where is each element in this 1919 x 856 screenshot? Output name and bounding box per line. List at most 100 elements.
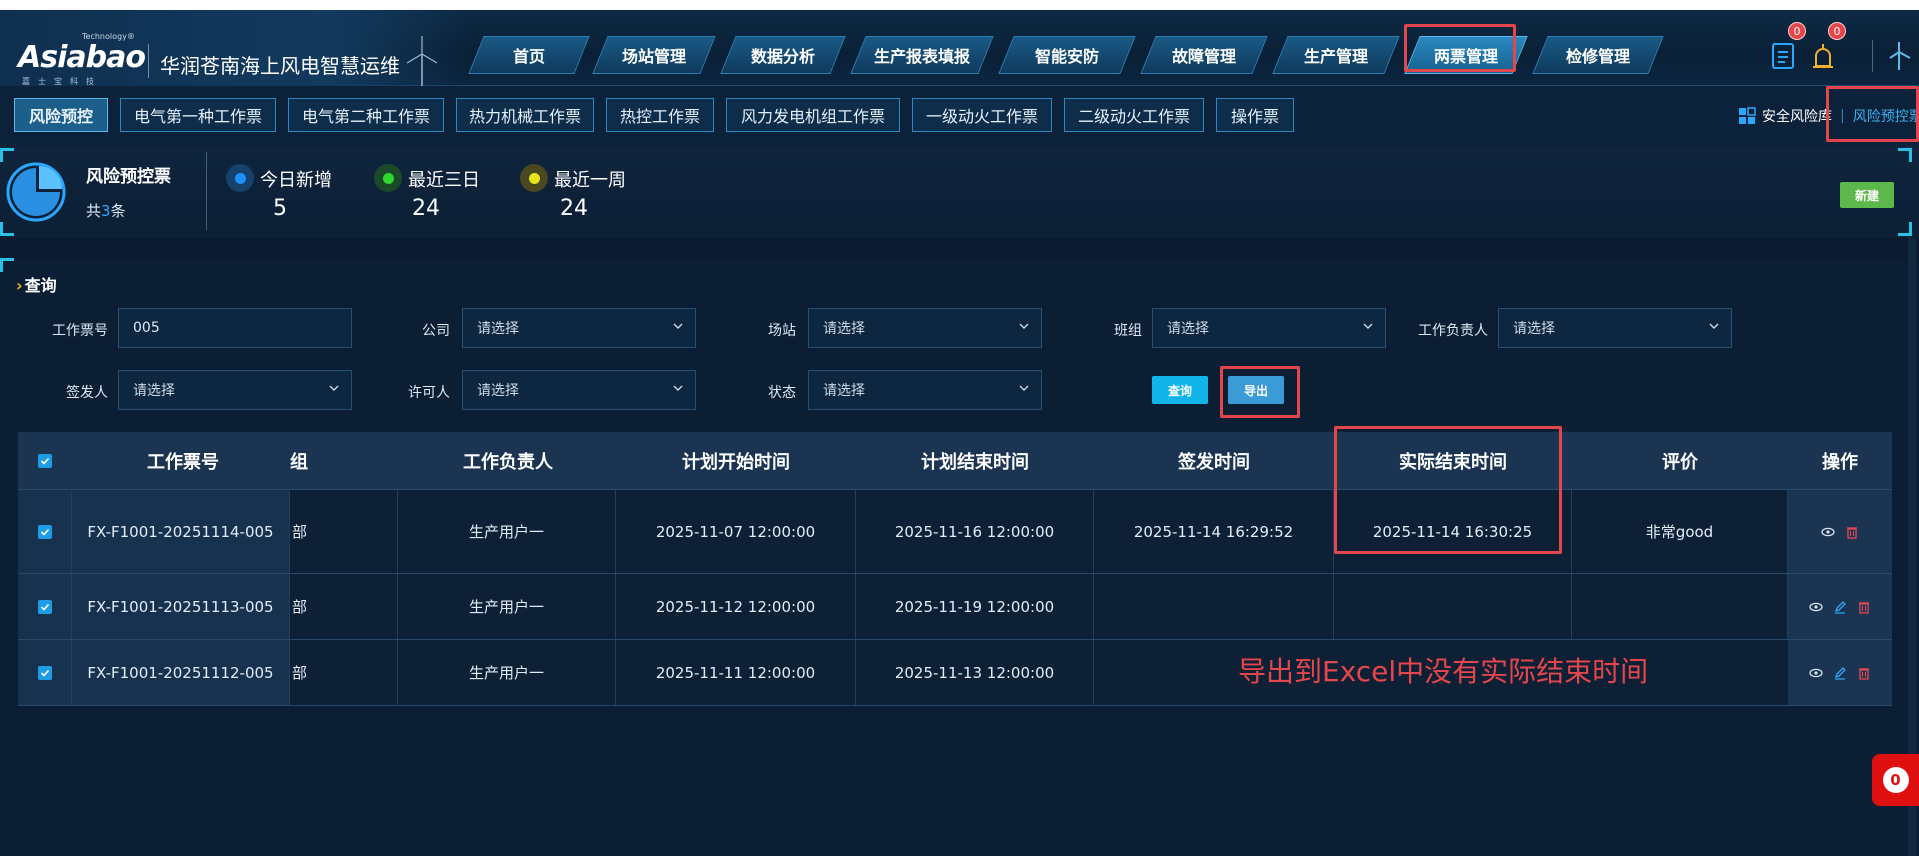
query-panel: › 查询 工作票号 005 公司 请选择 场站 请选择 班组 请选择 工作负责人 … [0,258,1919,856]
chevron-down-icon [1019,385,1029,391]
select-all-checkbox[interactable] [38,454,52,468]
label-company: 公司 [422,323,450,339]
stats-title: 风险预控票 [86,167,171,187]
stat-dot-icon [226,164,254,192]
cell-ticket-no: FX-F1001-20251112-005 [72,640,290,705]
delete-icon[interactable] [1845,525,1859,539]
table-row[interactable]: FX-F1001-20251114-005 部 生产用户一 2025-11-07… [18,490,1892,574]
subtab-hotwork-2[interactable]: 二级动火工作票 [1064,98,1204,132]
leader-select[interactable]: 请选择 [1498,308,1732,348]
cell-leader: 生产用户一 [398,574,616,639]
leader-value: 请选择 [1513,321,1555,337]
status-select[interactable]: 请选择 [808,370,1042,410]
ticket-no-input[interactable]: 005 [118,308,352,348]
cell-ticket-no: FX-F1001-20251114-005 [72,490,290,573]
subtab-elec-2[interactable]: 电气第二种工作票 [288,98,444,132]
team-select[interactable]: 请选择 [1152,308,1386,348]
delete-icon[interactable] [1857,600,1871,614]
label-permitter: 许可人 [408,385,450,401]
label-status: 状态 [768,385,796,401]
team-value: 请选择 [1167,321,1209,337]
company-value: 请选择 [477,321,519,337]
corner-bl [0,222,14,236]
floating-badge-button[interactable]: 0 [1872,754,1919,806]
edit-icon[interactable] [1833,600,1847,614]
nav-maintenance[interactable]: 检修管理 [1532,36,1664,74]
view-icon[interactable] [1809,600,1823,614]
notice-badge: 0 [1788,22,1806,40]
cell-plan-end: 2025-11-19 12:00:00 [856,574,1094,639]
delete-icon[interactable] [1857,666,1871,680]
th-actual-end: 实际结束时间 [1399,452,1507,473]
header-checkbox-cell[interactable] [18,432,72,490]
chevron-down-icon [1019,323,1029,329]
safety-risk-library-link[interactable]: 安全风险库 [1762,106,1832,126]
nav-production[interactable]: 生产管理 [1272,36,1400,74]
pie-chart-icon [6,162,66,222]
subtab-thermal-ctrl[interactable]: 热控工作票 [606,98,714,132]
row-checkbox[interactable] [37,665,52,680]
company-select[interactable]: 请选择 [462,308,696,348]
subtab-risk-control[interactable]: 风险预控 [14,98,108,132]
cell-actions [1788,640,1892,705]
permitter-value: 请选择 [477,383,519,399]
row-checkbox[interactable] [37,599,52,614]
new-button[interactable]: 新建 [1840,182,1894,208]
view-icon[interactable] [1821,525,1835,539]
nav-fault[interactable]: 故障管理 [1140,36,1268,74]
chevron-down-icon [1709,323,1719,329]
cell-plan-start: 2025-11-12 12:00:00 [616,574,856,639]
stats-total: 共3条 [86,200,126,221]
subtab-thermal-mech[interactable]: 热力机械工作票 [456,98,594,132]
cell-team: 部 [290,574,398,639]
corner-tl [0,148,14,162]
nav-station[interactable]: 场站管理 [592,36,716,74]
row-checkbox-cell[interactable] [18,574,72,639]
station-select[interactable]: 请选择 [808,308,1042,348]
total-num: 3 [101,202,111,220]
chevron-down-icon [673,323,683,329]
nav-home[interactable]: 首页 [468,36,590,74]
th-plan-end: 计划结束时间 [921,452,1029,473]
row-checkbox-cell[interactable] [18,640,72,705]
cell-rating: 非常good [1572,490,1788,573]
risk-control-ticket-link[interactable]: 风险预控票 [1853,106,1919,126]
status-value: 请选择 [823,383,865,399]
cell-issue-time [1094,574,1334,639]
total-suffix: 条 [110,202,126,220]
permitter-select[interactable]: 请选择 [462,370,696,410]
nav-report[interactable]: 生产报表填报 [850,36,994,74]
stat-label: 最近三日 [408,170,480,191]
export-button[interactable]: 导出 [1228,376,1284,404]
nav-two-tickets[interactable]: 两票管理 [1404,36,1528,74]
issuer-select[interactable]: 请选择 [118,370,352,410]
view-icon[interactable] [1809,666,1823,680]
stat-value: 24 [560,196,588,221]
subtab-wind-turbine[interactable]: 风力发电机组工作票 [726,98,900,132]
table-row[interactable]: FX-F1001-20251113-005 部 生产用户一 2025-11-12… [18,574,1892,640]
cell-ticket-no: FX-F1001-20251113-005 [72,574,290,639]
th-leader: 工作负责人 [463,452,553,473]
clipboard-icon[interactable] [1770,40,1796,70]
label-issuer: 签发人 [66,385,108,401]
nav-analysis[interactable]: 数据分析 [720,36,846,74]
edit-icon[interactable] [1833,666,1847,680]
chevron-down-icon [329,385,339,391]
cell-plan-end: 2025-11-13 12:00:00 [856,640,1094,705]
subtab-operation[interactable]: 操作票 [1216,98,1294,132]
alarm-icon[interactable] [1810,40,1836,70]
nav-security[interactable]: 智能安防 [998,36,1136,74]
logo-divider [148,44,149,78]
label-team: 班组 [1114,323,1142,339]
grid-icon [1739,107,1756,124]
stat-dot-icon [520,164,548,192]
subtab-elec-1[interactable]: 电气第一种工作票 [120,98,276,132]
cell-team: 部 [290,490,398,573]
stats-divider [206,152,207,230]
row-checkbox[interactable] [37,524,52,539]
turbine-user-icon[interactable] [1886,40,1912,70]
subtab-hotwork-1[interactable]: 一级动火工作票 [912,98,1052,132]
search-button[interactable]: 查询 [1152,376,1208,404]
row-checkbox-cell[interactable] [18,490,72,573]
station-value: 请选择 [823,321,865,337]
